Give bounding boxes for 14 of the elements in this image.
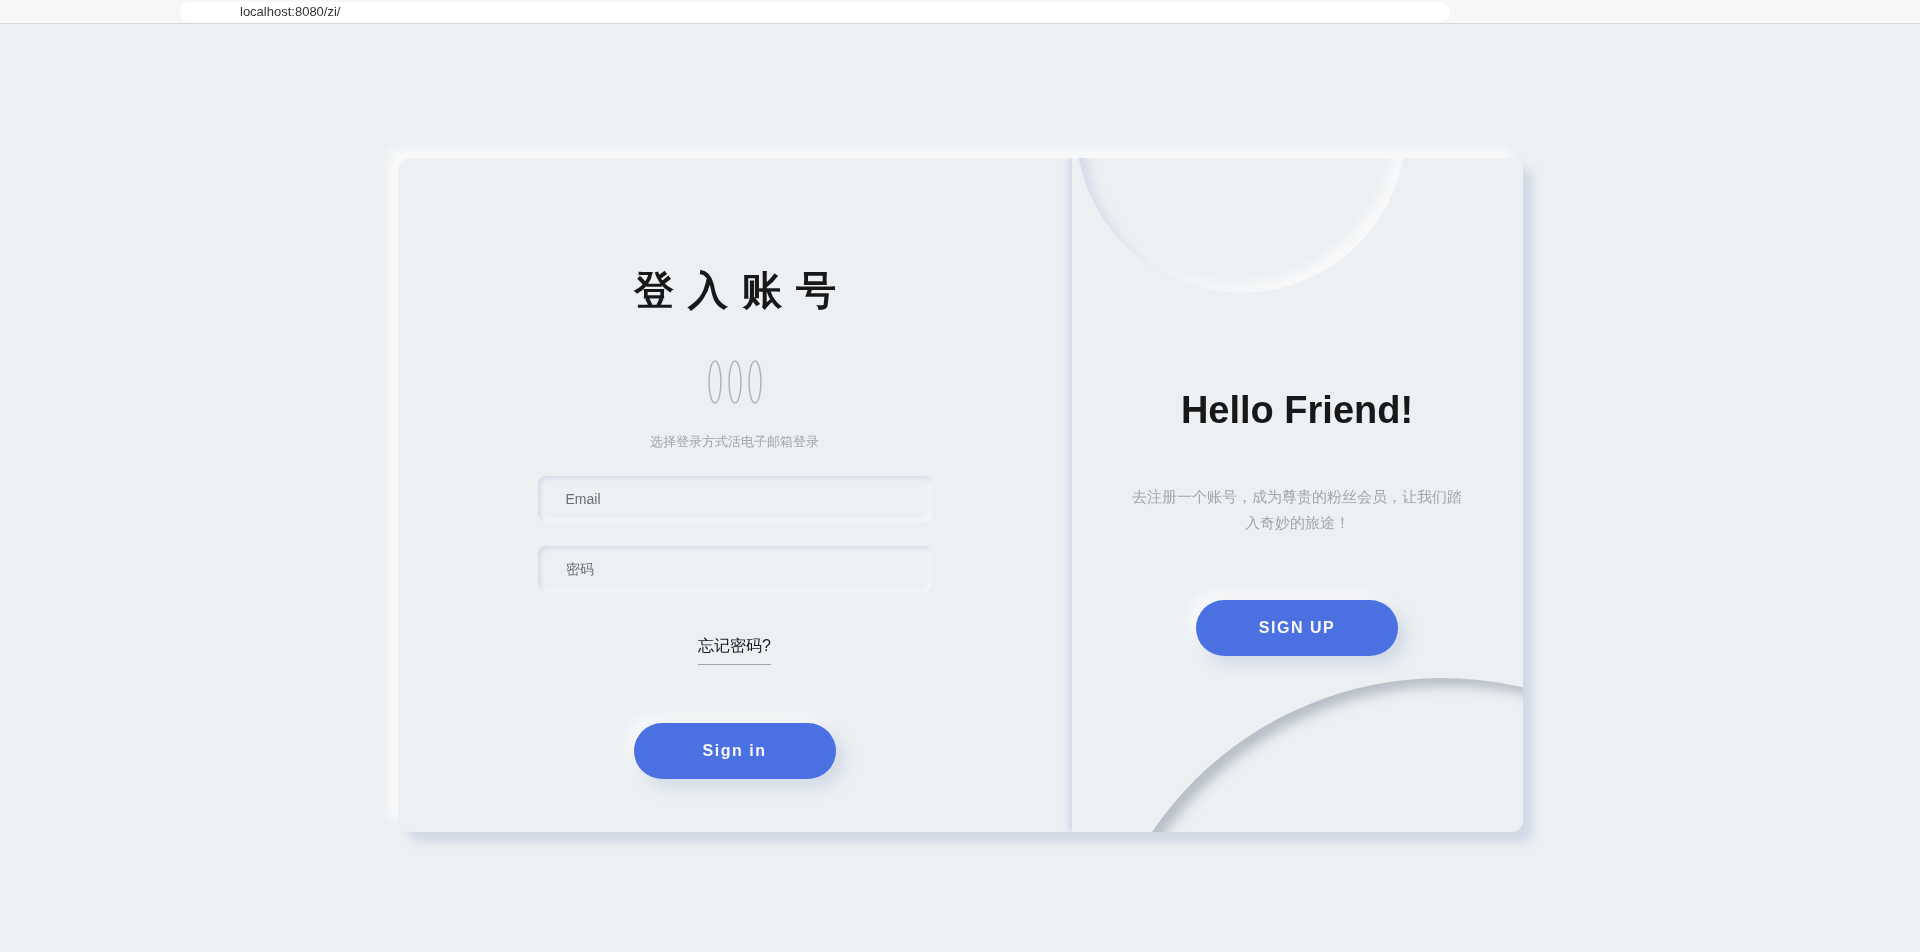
oval-icon[interactable]: [707, 360, 722, 404]
hint-text: 选择登录方式活电子邮箱登录: [650, 433, 819, 451]
oval-icon[interactable]: [747, 360, 762, 404]
url-text: localhost:8080/zi/: [240, 2, 341, 21]
password-field[interactable]: 密码: [537, 545, 932, 592]
form-title: 登入账号: [633, 267, 850, 314]
forgot-password-link[interactable]: 忘记密码?: [698, 633, 771, 665]
email-field[interactable]: Email: [537, 475, 932, 522]
address-bar[interactable]: localhost:8080/zi/: [180, 1, 1450, 22]
welcome-title: Hello Friend!: [1180, 388, 1414, 433]
sign-in-button[interactable]: Sign in: [633, 722, 836, 779]
sign-up-button[interactable]: SIGN UP: [1196, 600, 1398, 657]
oval-icon[interactable]: [727, 360, 742, 404]
welcome-text: 去注册一个账号，成为尊贵的粉丝会员，让我们踏入奇妙的旅途！: [1132, 486, 1462, 533]
